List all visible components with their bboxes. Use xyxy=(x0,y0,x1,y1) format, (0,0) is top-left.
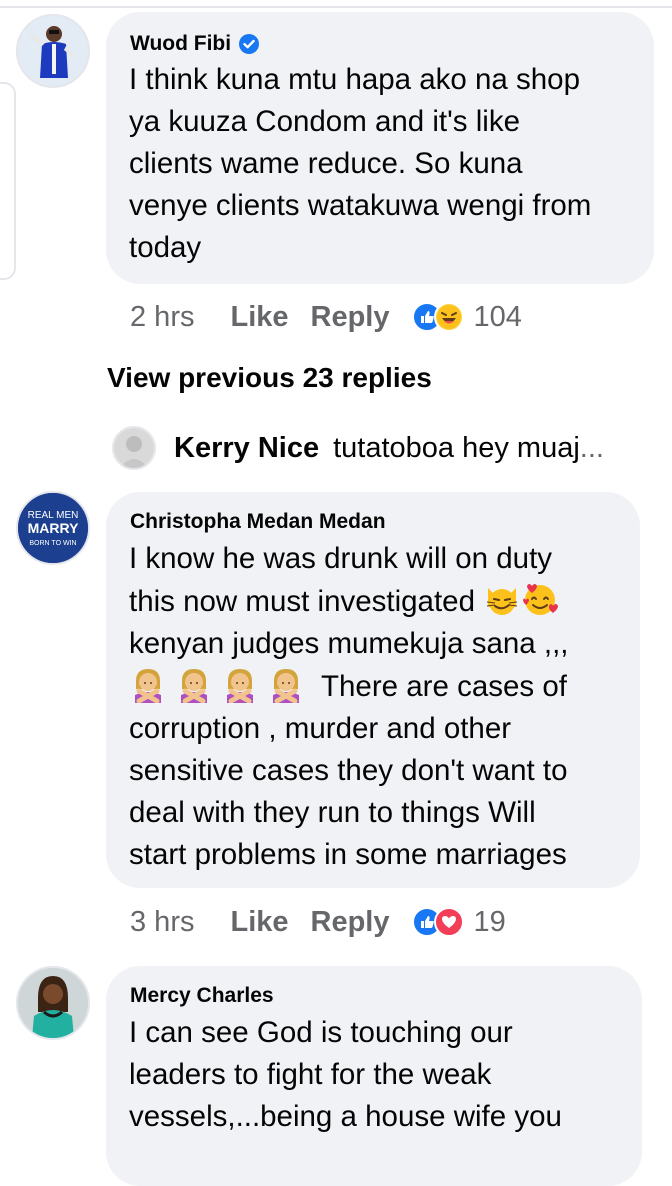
reply-button[interactable]: Reply xyxy=(311,906,390,939)
laughing-emoji-icon xyxy=(433,302,464,332)
comment-line: venye clients watakuwa wengi from xyxy=(129,189,592,222)
person-gesturing-no-emoji xyxy=(135,669,161,703)
profile-photo-icon: REAL MEN MARRY BORN TO WIN xyxy=(18,493,88,563)
comment-line: clients wame reduce. So kuna xyxy=(129,147,523,180)
comment-line: There are cases of xyxy=(321,670,567,703)
comment-time[interactable]: 2 hrs xyxy=(130,301,194,334)
comment-text: I can see God is touching our leaders to… xyxy=(129,1012,562,1138)
avatar-wuod-fibi[interactable] xyxy=(16,14,90,88)
reactions[interactable] xyxy=(411,907,464,937)
love-icon xyxy=(433,907,464,937)
reply-author[interactable]: Kerry Nice xyxy=(174,432,319,465)
comment-text: I know he was drunk will on duty this no… xyxy=(129,538,568,876)
view-previous-replies-link[interactable]: View previous 23 replies xyxy=(107,362,432,394)
comment-line-with-emoji: this now must investigated xyxy=(129,580,568,623)
comment-author[interactable]: Christopha Medan Medan xyxy=(130,510,386,534)
reply-snippet: tutatoboa hey muaj xyxy=(333,431,580,464)
comment-text: I think kuna mtu hapa ako na shop ya kuu… xyxy=(129,59,591,269)
avatar-text: MARRY xyxy=(28,520,79,536)
author-name[interactable]: Wuod Fibi xyxy=(130,32,231,56)
comment-line: kenyan judges mumekuja sana ,,, xyxy=(129,627,569,660)
comment-meta: 2 hrs Like Reply 104 xyxy=(130,299,522,335)
profile-photo-icon xyxy=(114,428,154,468)
comment-author[interactable]: Wuod Fibi xyxy=(130,32,260,56)
like-button[interactable]: Like xyxy=(230,301,288,334)
person-gesturing-no-emoji xyxy=(227,669,253,703)
reply-ellipsis: ... xyxy=(579,431,604,464)
comment-line: today xyxy=(129,231,202,264)
comment-line: ya kuuza Condom and it's like xyxy=(129,105,520,138)
reply-text: tutatoboa hey muaj... xyxy=(333,432,604,465)
avatar-kerry-nice[interactable] xyxy=(112,426,156,470)
comment-line-with-emoji: There are cases of xyxy=(129,665,568,708)
profile-photo-icon xyxy=(18,968,88,1038)
reply-button[interactable]: Reply xyxy=(311,301,390,334)
comment-line: this now must investigated xyxy=(129,585,475,618)
comment-line: deal with they run to things Will xyxy=(129,796,536,829)
avatar-text: BORN TO WIN xyxy=(29,540,76,547)
smirking-cat-emoji xyxy=(486,588,518,615)
avatar-mercy-charles[interactable] xyxy=(16,966,90,1040)
profile-photo-icon xyxy=(18,16,88,86)
comment-meta: 3 hrs Like Reply 19 xyxy=(130,904,506,940)
comment-author[interactable]: Mercy Charles xyxy=(130,984,274,1008)
comment-line: corruption , murder and other xyxy=(129,712,512,745)
person-gesturing-no-emoji xyxy=(273,669,299,703)
comment-time[interactable]: 3 hrs xyxy=(130,906,194,939)
reactions[interactable] xyxy=(411,302,464,332)
comment-line: I can see God is touching our xyxy=(129,1016,513,1049)
top-divider xyxy=(0,6,672,8)
avatar-christopha-medan[interactable]: REAL MEN MARRY BORN TO WIN xyxy=(16,491,90,565)
comment-line: I think kuna mtu hapa ako na shop xyxy=(129,63,580,96)
person-gesturing-no-emoji xyxy=(181,669,207,703)
verified-badge-icon xyxy=(239,34,260,54)
reply-preview[interactable]: Kerry Nice tutatoboa hey muaj... xyxy=(112,424,604,472)
comment-line: vessels,...being a house wife you xyxy=(129,1100,562,1133)
reaction-count[interactable]: 104 xyxy=(474,301,522,334)
comment-line: start problems in some marriages xyxy=(129,838,567,871)
like-button[interactable]: Like xyxy=(230,906,288,939)
comment-line: I know he was drunk will on duty xyxy=(129,542,553,575)
comment-line: sensitive cases they don't want to xyxy=(129,754,568,787)
partial-card-edge xyxy=(0,82,16,280)
comment-line: leaders to fight for the weak xyxy=(129,1058,492,1091)
smiling-hearts-emoji xyxy=(522,584,558,615)
reaction-count[interactable]: 19 xyxy=(474,906,506,939)
